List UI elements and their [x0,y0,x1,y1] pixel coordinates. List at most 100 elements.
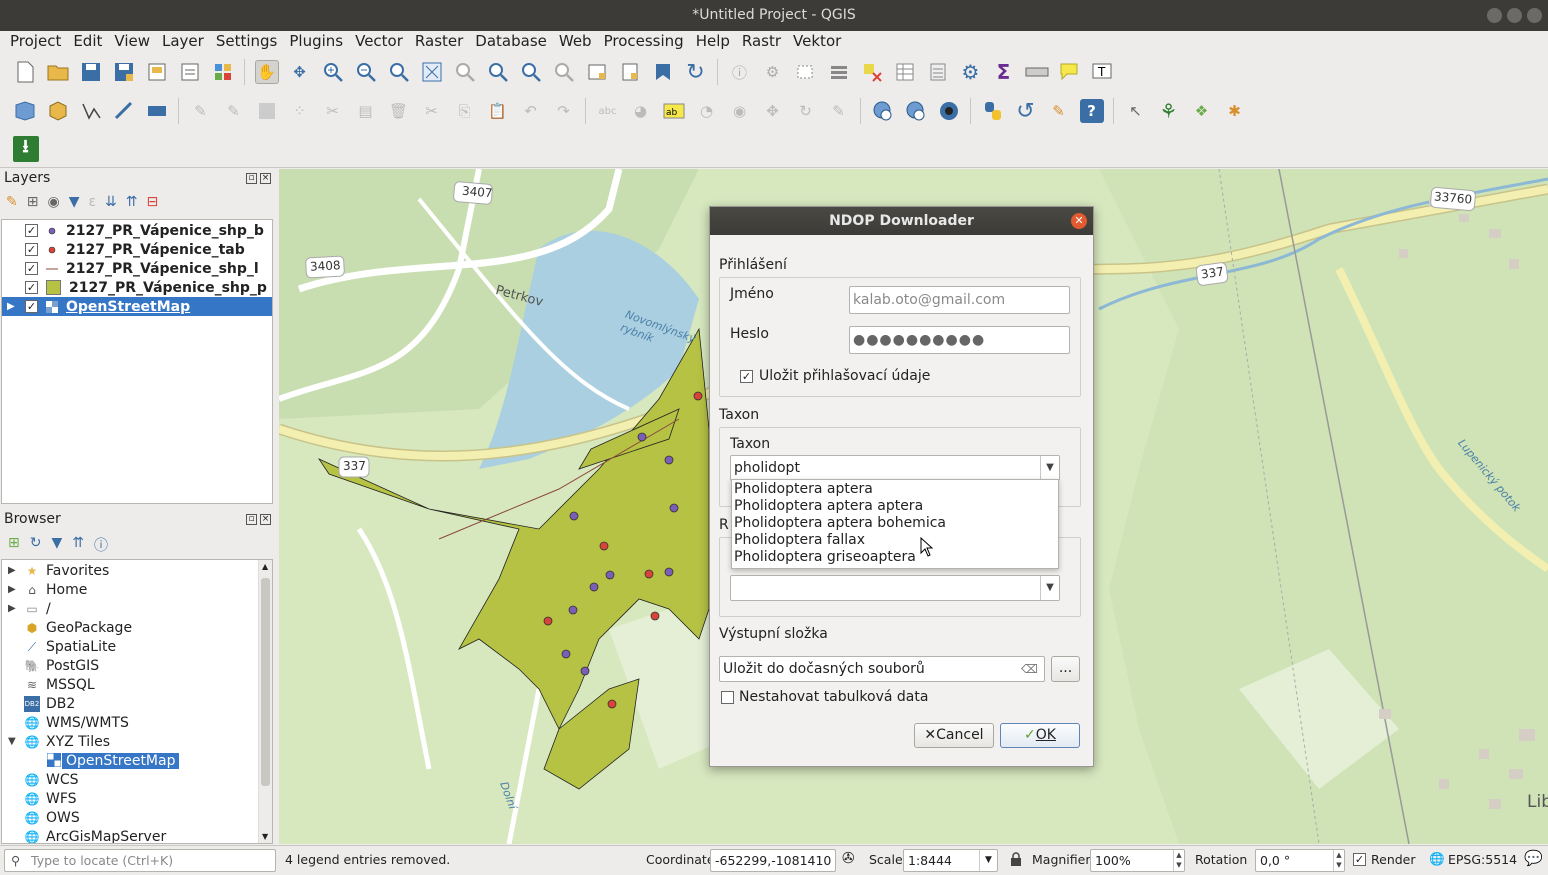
taxon-combobox[interactable]: pholidopt ▼ [730,455,1060,481]
lock-scale-icon[interactable] [1010,852,1022,869]
pan-to-selection-icon[interactable]: ✥ [288,60,312,84]
float-panel-icon[interactable]: ▫ [246,173,257,184]
browse-folder-button[interactable]: ... [1051,656,1080,682]
topology-checker-icon[interactable]: ❖ [1190,99,1214,123]
label-tool-icon[interactable]: abc [596,99,620,123]
collapse-arrow-icon[interactable]: ▼ [8,736,16,747]
add-group-icon[interactable]: ⊞ [27,194,39,210]
select-by-value-icon[interactable] [827,60,851,84]
filter-expression-icon[interactable]: ε [88,194,96,210]
zoom-next-icon[interactable] [552,60,576,84]
browser-item[interactable]: 🌐 WMS/WMTS [2,713,272,732]
menu-settings[interactable]: Settings [210,31,284,52]
menu-vector[interactable]: Vector [349,31,409,52]
filter-legend-icon[interactable]: ▼ [69,194,80,210]
layer-item[interactable]: ✓ 2127_PR_Vápenice_shp_p [2,278,272,297]
spin-arrows-icon[interactable]: ▲ ▼ [1173,850,1184,871]
change-label-icon[interactable]: ✎ [827,99,851,123]
vertex-tool-icon[interactable]: ✂ [321,99,345,123]
browser-item[interactable]: 🌐 WCS [2,770,272,789]
region-combobox[interactable]: ▼ [730,575,1060,601]
browser-item[interactable]: ⟋ SpatiaLite [2,637,272,656]
clear-field-icon[interactable]: ⌫ [1021,657,1038,681]
style-manager-icon[interactable] [211,60,235,84]
edit-script-icon[interactable]: ✎ [1047,99,1071,123]
redo-icon[interactable]: ↷ [552,99,576,123]
scrollbar-thumb[interactable] [261,578,270,786]
close-icon[interactable]: ✕ [1071,213,1087,229]
paste-features-icon[interactable]: 📋 [486,99,510,123]
menu-edit[interactable]: Edit [67,31,108,52]
rotation-spinbox[interactable]: 0,0 ° ▲ ▼ [1255,849,1345,872]
zoom-selection-icon[interactable] [453,60,477,84]
zoom-full-icon[interactable] [420,60,444,84]
maximize-icon[interactable] [1507,8,1522,23]
browser-item[interactable]: 🐘 PostGIS [2,656,272,675]
map-tips-icon[interactable] [1058,60,1082,84]
identify-features-icon[interactable]: ⓘ [728,60,752,84]
expand-arrow-icon[interactable]: ▶ [8,565,16,576]
password-field[interactable]: ●●●●●●●●●● [849,326,1070,354]
browser-item-selected[interactable]: OpenStreetMap [2,751,272,770]
save-project-icon[interactable] [79,60,103,84]
browser-item[interactable]: 🌐 WFS [2,789,272,808]
wcs-search-icon[interactable] [904,99,928,123]
modify-attributes-icon[interactable]: ▤ [354,99,378,123]
field-calculator-icon[interactable] [926,60,950,84]
taxon-suggestion[interactable]: Pholidoptera fallax [732,532,1058,549]
browser-item[interactable]: ▶ ★ Favorites [2,561,272,580]
messages-icon[interactable]: 💬 [1524,851,1543,866]
toggle-extents-icon[interactable]: ✇ [842,851,855,866]
menu-processing[interactable]: Processing [598,31,690,52]
browser-item[interactable]: ▼ 🌐 XYZ Tiles [2,732,272,751]
undo-icon[interactable]: ↶ [519,99,543,123]
expand-all-icon[interactable]: ⇊ [105,194,117,210]
browser-item[interactable]: ≋ MSSQL [2,675,272,694]
cancel-button[interactable]: ✕Cancel [914,723,994,748]
rotate-label-icon[interactable]: ↻ [794,99,818,123]
name-field[interactable]: kalab.oto@gmail.com [849,286,1070,314]
new-bookmark-icon[interactable] [618,60,642,84]
layer-item-selected[interactable]: ▶ ✓ OpenStreetMap [2,297,272,316]
float-panel-icon[interactable]: ▫ [246,514,257,525]
locator-search-input[interactable]: ⚲ Type to locate (Ctrl+K) [4,849,276,872]
new-spatialite-icon[interactable] [112,99,136,123]
menu-vektor[interactable]: Vektor [787,31,847,52]
magnifier-spinbox[interactable]: 100% ▲ ▼ [1090,849,1185,872]
output-folder-field[interactable]: Uložit do dočasných souborů ⌫ [719,656,1045,682]
expand-arrow-icon[interactable]: ▶ [8,584,16,595]
toggle-editing-icon[interactable]: ✎ [222,99,246,123]
menu-raster[interactable]: Raster [409,31,469,52]
taxon-suggestion[interactable]: Pholidoptera aptera aptera [732,498,1058,515]
browser-item[interactable]: 🌐 ArcGisMapServer [2,827,272,844]
browser-scrollbar[interactable]: ▲ ▼ [258,560,272,843]
save-edits-icon[interactable] [255,99,279,123]
new-map-view-icon[interactable] [585,60,609,84]
text-annotation-icon[interactable]: T [1091,60,1115,84]
menu-rastr[interactable]: Rastr [736,31,787,52]
zoom-in-icon[interactable] [321,60,345,84]
copy-features-icon[interactable]: ⎘ [453,99,477,123]
browser-item[interactable]: ⬢ GeoPackage [2,618,272,637]
layout-manager-icon[interactable] [178,60,202,84]
zoom-out-icon[interactable] [354,60,378,84]
browser-item[interactable]: DB2 DB2 [2,694,272,713]
scroll-up-icon[interactable]: ▲ [262,562,268,571]
show-hide-label-icon[interactable]: ◉ [728,99,752,123]
layer-item[interactable]: ✓ 2127_PR_Vápenice_shp_l [2,259,272,278]
layer-visibility-checkbox[interactable]: ✓ [25,281,38,294]
ndop-download-icon[interactable]: ⭳ [12,136,39,162]
menu-plugins[interactable]: Plugins [283,31,349,52]
layer-item[interactable]: ✓ 2127_PR_Vápenice_shp_b [2,221,272,240]
refresh-icon[interactable]: ↻ [30,535,42,555]
taxon-suggestion[interactable]: Pholidoptera aptera bohemica [732,515,1058,532]
menu-help[interactable]: Help [690,31,736,52]
layer-visibility-checkbox[interactable]: ✓ [25,262,38,275]
menu-layer[interactable]: Layer [156,31,210,52]
highlight-label-icon[interactable]: ab [662,99,686,123]
show-bookmarks-icon[interactable] [651,60,675,84]
new-geopackage-icon[interactable] [46,99,70,123]
scroll-down-icon[interactable]: ▼ [262,832,268,841]
taxon-suggestion[interactable]: Pholidoptera aptera [732,481,1058,498]
open-project-icon[interactable] [46,60,70,84]
